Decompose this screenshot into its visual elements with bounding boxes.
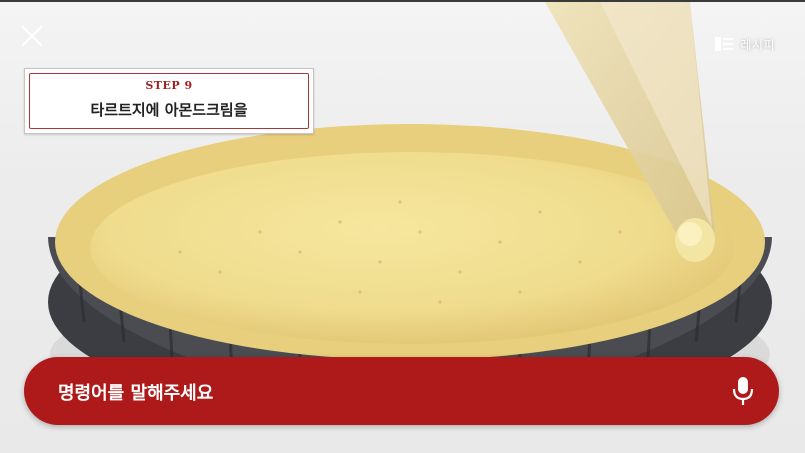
recipe-button-label: 레시피 (740, 37, 775, 52)
step-number: STEP 9 (145, 79, 193, 92)
close-icon (21, 25, 43, 47)
close-button[interactable] (18, 22, 46, 50)
voice-prompt: 명령어를 말해주세요 (58, 383, 214, 404)
microphone-icon[interactable] (731, 376, 755, 406)
recipe-button[interactable]: 레시피 (714, 34, 775, 54)
voice-command-bar[interactable]: 명령어를 말해주세요 (24, 357, 779, 425)
step-title: 타르트지에 아몬드크림을 (90, 101, 248, 119)
recipe-list-icon (715, 37, 734, 51)
step-card: STEP 9 타르트지에 아몬드크림을 (24, 68, 314, 134)
